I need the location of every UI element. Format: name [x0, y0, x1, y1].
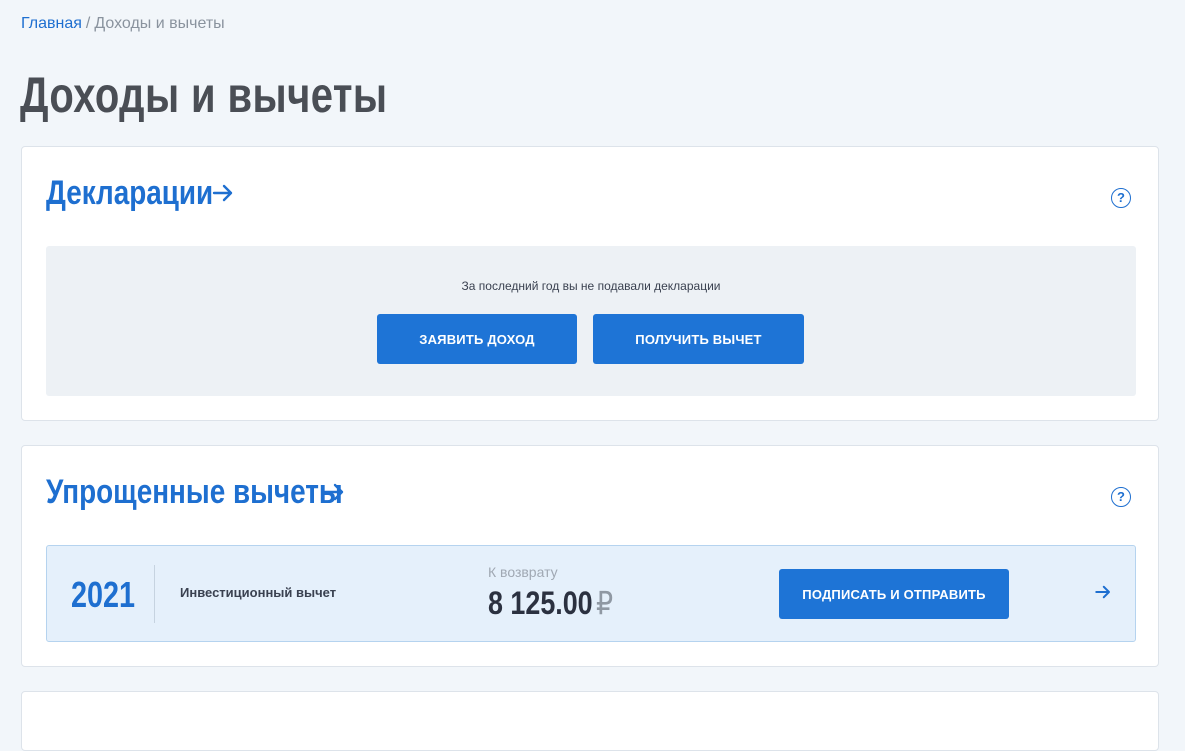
declarations-header-link[interactable]: Декларации [46, 173, 250, 213]
breadcrumb-home-link[interactable]: Главная [21, 15, 82, 32]
sign-and-send-button[interactable]: Подписать и отправить [779, 569, 1009, 619]
declarations-empty-text: За последний год вы не подавали декларац… [461, 279, 721, 293]
declarations-title: Декларации [46, 173, 214, 212]
simplified-deductions-title: Упрощенные вычеты [46, 472, 343, 511]
ruble-currency-sign: ₽ [595, 585, 614, 621]
deduction-year: 2021 [71, 574, 136, 615]
page-title: Доходы и вычеты [20, 67, 388, 123]
refund-label: К возврату [488, 564, 558, 580]
declare-income-button[interactable]: Заявить доход [377, 314, 577, 364]
declarations-empty-panel: За последний год вы не подавали декларац… [46, 246, 1136, 396]
arrow-right-icon [212, 184, 233, 202]
refund-amount: 8 125.00 ₽ [488, 584, 613, 622]
refund-amount-value: 8 125.00 [488, 585, 593, 621]
declarations-help-icon[interactable]: ? [1111, 188, 1131, 208]
get-deduction-button[interactable]: Получить вычет [593, 314, 804, 364]
simplified-deductions-help-icon[interactable]: ? [1111, 487, 1131, 507]
deduction-row[interactable]: 2021 Инвестиционный вычет К возврату 8 1… [46, 545, 1136, 642]
divider [154, 565, 155, 623]
next-card [21, 691, 1159, 751]
arrow-right-icon [323, 483, 344, 501]
simplified-deductions-card: Упрощенные вычеты ? 2021 Инвестиционный … [21, 445, 1159, 667]
deduction-type: Инвестиционный вычет [180, 585, 337, 600]
breadcrumb-separator: / [85, 15, 91, 32]
arrow-right-icon[interactable] [1094, 583, 1112, 601]
declarations-card: Декларации ? За последний год вы не пода… [21, 146, 1159, 421]
simplified-deductions-header-link[interactable]: Упрощенные вычеты [46, 472, 408, 512]
breadcrumb-current: Доходы и вычеты [94, 15, 225, 32]
breadcrumb: Главная / Доходы и вычеты [21, 14, 225, 34]
